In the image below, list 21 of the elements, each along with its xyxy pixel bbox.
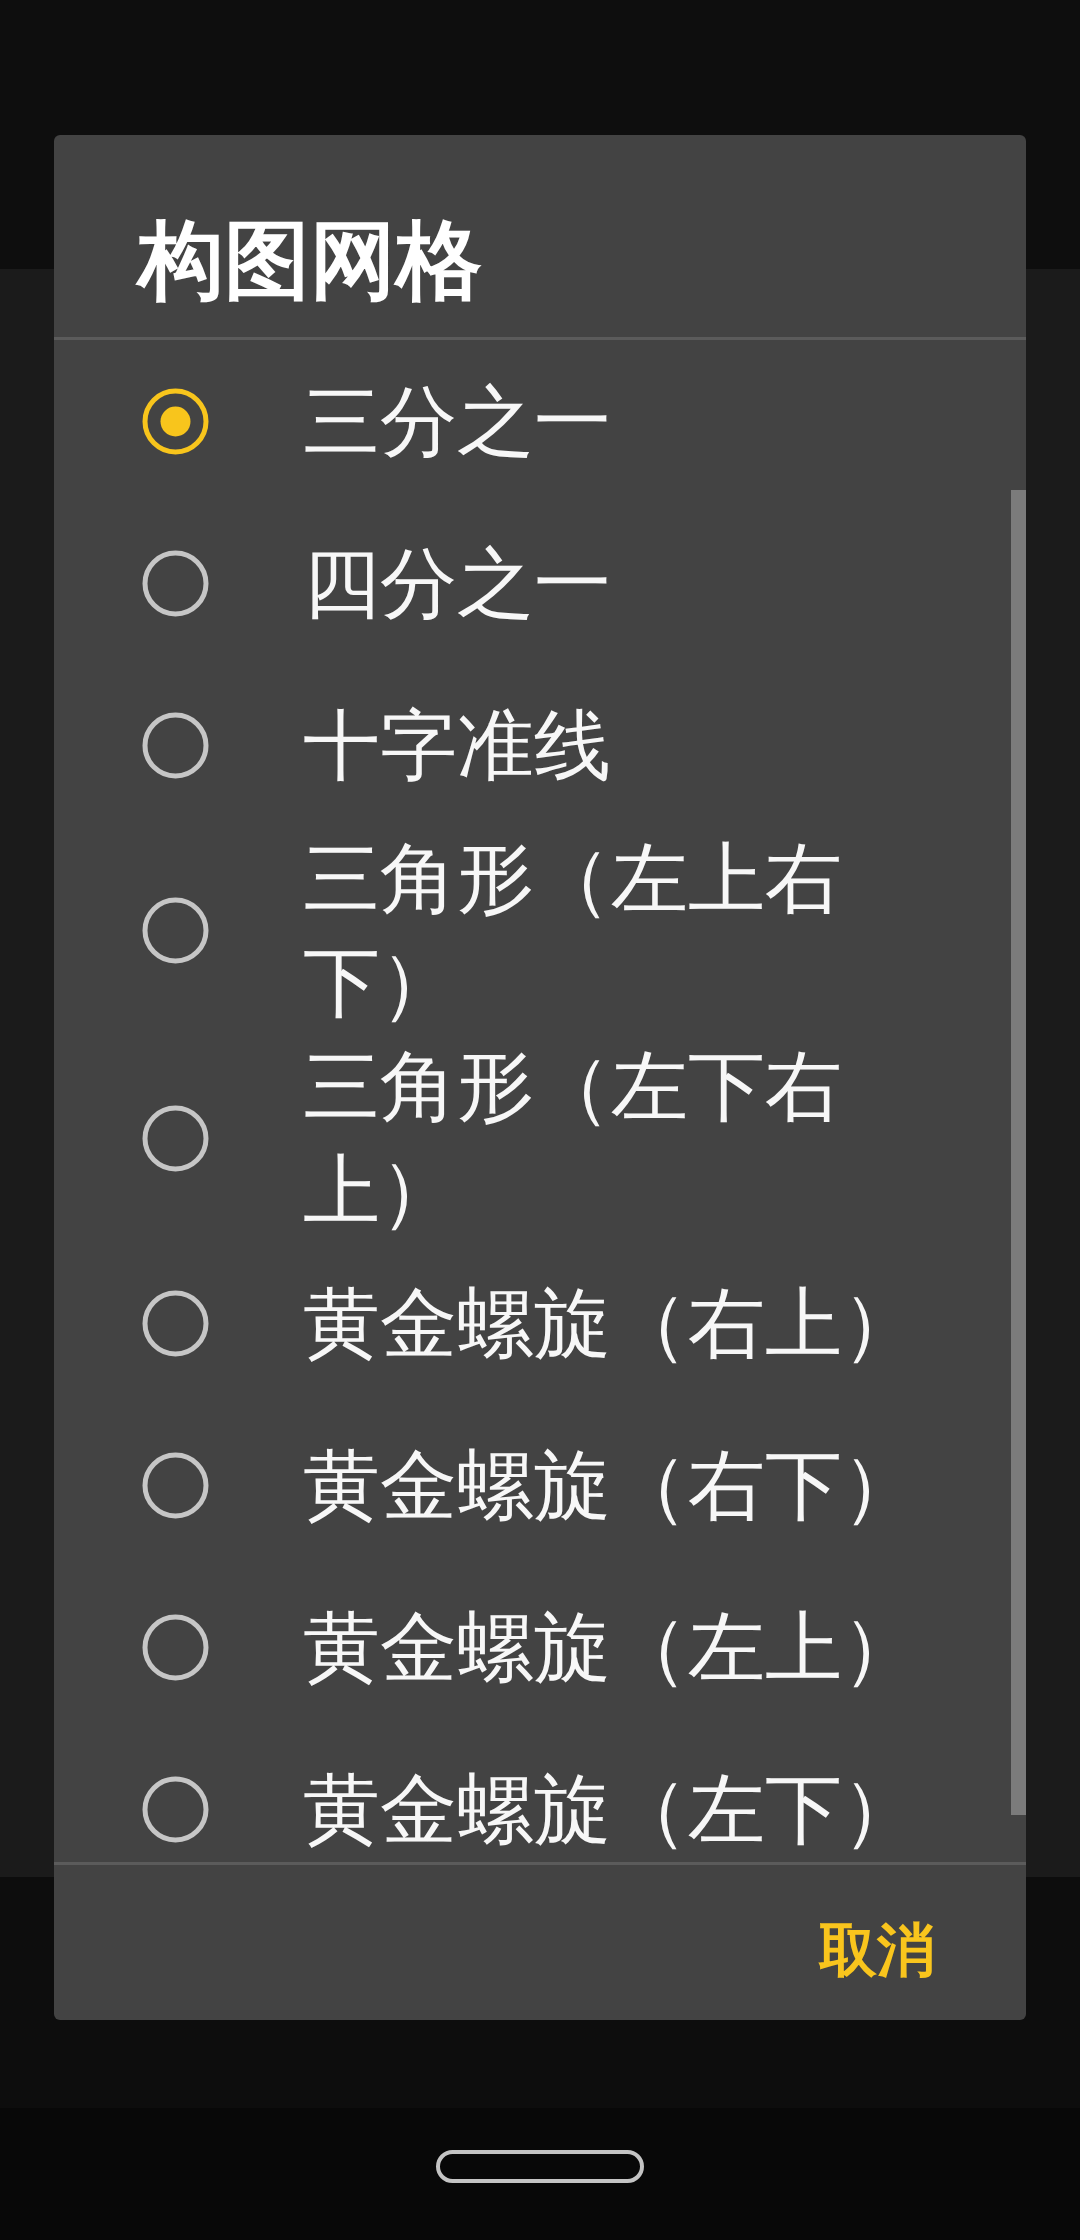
option-label[interactable]: 四分之一 [303, 531, 611, 635]
radio-button[interactable] [142, 1775, 209, 1843]
radio-button[interactable] [142, 711, 209, 779]
home-indicator[interactable] [436, 2150, 644, 2183]
radio-button[interactable] [142, 549, 209, 617]
option-label[interactable]: 十字准线 [303, 693, 611, 797]
radio-button[interactable] [142, 1613, 209, 1681]
option-label[interactable]: 三角形（左下右上） [303, 1034, 953, 1242]
radio-button[interactable] [142, 1104, 209, 1172]
option-label[interactable]: 黄金螺旋（左下） [303, 1757, 919, 1861]
cancel-button[interactable]: 取消 [795, 1900, 959, 1999]
radio-button[interactable] [142, 387, 209, 455]
option-label[interactable]: 三分之一 [303, 369, 611, 473]
option-label[interactable]: 黄金螺旋（右上） [303, 1271, 919, 1375]
radio-button[interactable] [142, 1289, 209, 1357]
option-label[interactable]: 黄金螺旋（右下） [303, 1433, 919, 1537]
radio-button[interactable] [142, 1451, 209, 1519]
scrollbar-thumb[interactable] [1011, 490, 1026, 1815]
option-label[interactable]: 三角形（左上右下） [303, 826, 953, 1034]
option-label[interactable]: 黄金螺旋（左上） [303, 1595, 919, 1699]
radio-button[interactable] [142, 896, 209, 964]
